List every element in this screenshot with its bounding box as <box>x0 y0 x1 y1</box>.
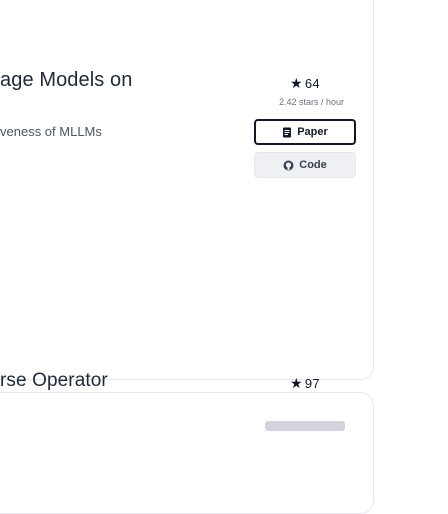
paper-card <box>0 0 374 380</box>
document-icon <box>282 127 292 138</box>
paper-button-label: Paper <box>297 126 328 138</box>
star-rate-placeholder <box>265 421 345 431</box>
github-icon <box>283 160 294 171</box>
paper-button[interactable]: Paper <box>254 119 356 145</box>
code-button[interactable]: Code <box>254 152 356 178</box>
paper-card <box>0 392 374 514</box>
star-count: ★ 97 <box>290 375 320 391</box>
code-button-label: Code <box>299 159 327 171</box>
paper-title[interactable]: veness of MLLMs <box>0 124 102 139</box>
star-icon: ★ <box>290 375 303 391</box>
paper-title[interactable]: age Models on <box>0 69 133 92</box>
star-count: ★ 64 <box>290 75 320 91</box>
star-rate: 2.42 stars / hour <box>279 97 345 107</box>
paper-title[interactable]: rse Operator <box>0 370 108 392</box>
star-icon: ★ <box>290 75 303 91</box>
